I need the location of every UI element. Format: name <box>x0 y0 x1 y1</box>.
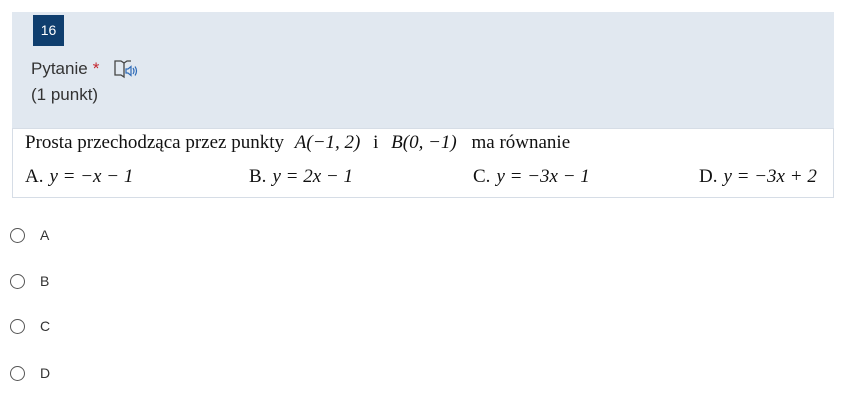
question-title-text: Pytanie <box>31 59 88 78</box>
question-content-image: Prosta przechodząca przez punkty A(−1, 2… <box>12 128 834 198</box>
radio-button[interactable] <box>10 365 25 381</box>
radio-button[interactable] <box>10 318 25 334</box>
choice-a[interactable]: A <box>10 227 49 243</box>
choice-b[interactable]: B <box>10 273 49 289</box>
point-b: B(0, −1) <box>391 132 457 153</box>
choice-label: C <box>40 318 51 334</box>
stem-conjunction: i <box>373 132 379 153</box>
question-points: (1 punkt) <box>31 85 99 104</box>
option-c: C. y = −3x − 1 <box>473 166 590 188</box>
option-d: D. y = −3x + 2 <box>699 166 817 188</box>
option-letter: C. <box>473 166 491 187</box>
option-equation: y = −3x + 2 <box>723 166 817 187</box>
choice-c[interactable]: C <box>10 318 50 334</box>
option-a: A. y = −x − 1 <box>25 166 133 188</box>
option-equation: y = 2x − 1 <box>272 166 353 187</box>
stem-text: Prosta przechodząca przez punkty <box>25 132 285 153</box>
question-stem: Prosta przechodząca przez punkty A(−1, 2… <box>25 132 570 154</box>
option-b: B. y = 2x − 1 <box>249 166 353 188</box>
option-equation: y = −3x − 1 <box>496 166 590 187</box>
choice-label: D <box>40 365 51 381</box>
required-mark: * <box>92 59 100 78</box>
question-title: Pytanie * <box>31 58 139 80</box>
choice-label: A <box>40 227 50 243</box>
option-letter: A. <box>25 166 44 187</box>
immersive-reader-icon[interactable] <box>113 58 139 80</box>
choice-label: B <box>40 273 50 289</box>
point-a: A(−1, 2) <box>294 132 361 153</box>
question-number-badge: 16 <box>33 15 64 46</box>
option-equation: y = −x − 1 <box>49 166 134 187</box>
option-letter: B. <box>249 166 267 187</box>
radio-button[interactable] <box>10 273 25 289</box>
stem-tail: ma równanie <box>471 132 571 153</box>
option-letter: D. <box>699 166 718 187</box>
radio-button[interactable] <box>10 227 25 243</box>
choice-d[interactable]: D <box>10 365 50 381</box>
